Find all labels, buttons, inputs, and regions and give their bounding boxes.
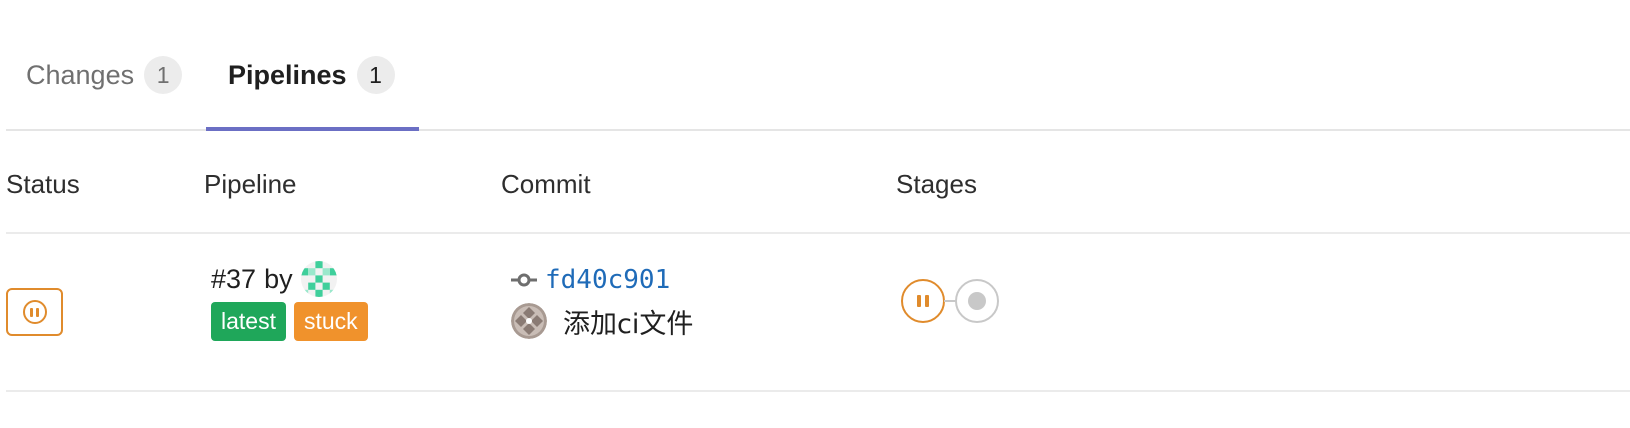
tab-changes[interactable]: Changes 1 [26, 56, 183, 131]
stuck-label: stuck [293, 302, 368, 341]
column-header-pipeline: Pipeline [204, 169, 297, 199]
paused-status-badge[interactable] [6, 288, 63, 336]
pipeline-stages [901, 279, 1011, 327]
table-row: #37 by latest stuck fd40c901 添加ci文件 [6, 234, 1630, 392]
stage-paused-icon [917, 295, 921, 307]
column-header-stages: Stages [896, 169, 977, 199]
stage-paused-button[interactable] [901, 279, 945, 323]
stage-created-icon [968, 292, 986, 310]
merge-request-pipelines-page: Changes 1 Pipelines 1 Status Pipeline Co… [0, 0, 1630, 428]
tab-changes-count-badge: 1 [144, 56, 183, 94]
pipelines-table-header: Status Pipeline Commit Stages [6, 131, 1630, 234]
paused-status-icon [22, 300, 47, 324]
commit-icon [511, 273, 537, 287]
pipeline-labels: latest stuck [211, 302, 368, 341]
tab-pipelines-label: Pipelines [228, 60, 347, 90]
pipeline-by-text: by [264, 263, 293, 294]
column-header-commit: Commit [501, 169, 591, 199]
commit-author-avatar[interactable] [511, 303, 547, 339]
latest-label: latest [211, 302, 286, 341]
column-header-status: Status [6, 169, 80, 199]
pipeline-cell: #37 by latest stuck [211, 260, 368, 341]
tab-pipelines[interactable]: Pipelines 1 [206, 56, 419, 131]
tab-pipelines-count-badge: 1 [356, 56, 395, 94]
tab-bar: Changes 1 Pipelines 1 [6, 0, 1630, 131]
user-identicon-avatar[interactable] [300, 261, 337, 297]
stage-created-button[interactable] [955, 279, 999, 323]
commit-title-link[interactable]: 添加ci文件 [563, 302, 693, 341]
tab-changes-label: Changes [26, 60, 135, 90]
pipeline-id-link[interactable]: #37 [211, 264, 256, 295]
commit-cell: fd40c901 添加ci文件 [511, 262, 693, 341]
commit-sha-link[interactable]: fd40c901 [545, 265, 670, 295]
